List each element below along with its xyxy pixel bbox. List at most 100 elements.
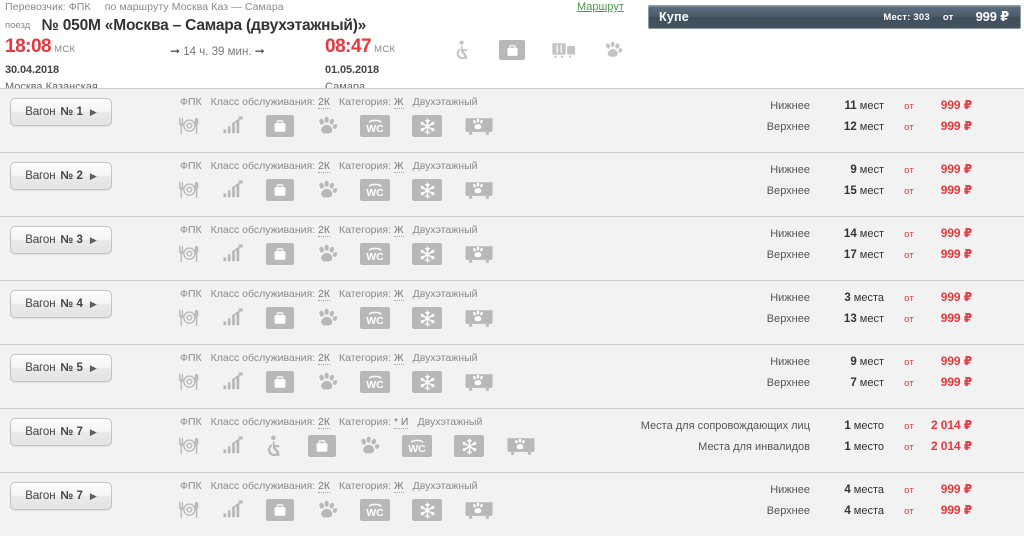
category-value[interactable]: Ж — [393, 480, 404, 493]
wagon-button-label: Вагон — [25, 490, 56, 502]
category-bar[interactable]: Купе Мест: 303 от 999 ₽ — [648, 5, 1021, 29]
seat-line: Места для сопровождающих лиц 1 место от 2 0… — [595, 418, 972, 434]
double-decker-label: Двухэтажный — [417, 416, 483, 428]
train-label: поезд — [5, 20, 31, 31]
service-class-value[interactable]: 2К — [318, 416, 330, 429]
seat-price[interactable]: 999 ₽ — [914, 119, 972, 133]
arrival-block: 08:47 МСК 01.05.2018 Самара — [325, 36, 395, 93]
luggage-icon — [499, 40, 525, 60]
wc-icon: WC — [360, 179, 390, 201]
wagon-button-1[interactable]: Вагон № 1 ▶ — [10, 98, 112, 126]
double-decker-label: Двухэтажный — [412, 96, 478, 108]
svg-text:WC: WC — [366, 379, 384, 391]
departure-date: 30.04.2018 — [5, 64, 60, 76]
service-class-value[interactable]: 2К — [318, 480, 330, 493]
category-value[interactable]: Ж — [393, 224, 404, 237]
seat-line: Верхнее 13 мест от 999 ₽ — [595, 311, 972, 327]
paw-icon — [316, 244, 338, 264]
wagon-facility-icons: WC — [178, 179, 494, 201]
wagon-button-5[interactable]: Вагон № 5 ▶ — [10, 354, 112, 382]
category-value[interactable]: Ж — [393, 352, 404, 365]
luggage-icon — [266, 179, 294, 201]
luggage-icon — [266, 115, 294, 137]
seat-count: 13 мест — [843, 313, 884, 325]
paw-icon — [316, 180, 338, 200]
seat-from-label: от — [904, 357, 914, 368]
seat-count: 1 место — [844, 420, 884, 432]
seat-from-label: от — [904, 101, 914, 112]
paw-icon — [316, 116, 338, 136]
arrival-time-row: 08:47 МСК — [325, 36, 395, 58]
category-value[interactable]: Ж — [393, 288, 404, 301]
seat-type-label: Нижнее — [770, 292, 810, 304]
wifi-icon — [222, 436, 244, 456]
seat-price[interactable]: 999 ₽ — [914, 183, 972, 197]
wagon-seat-info: Нижнее 11 мест от 999 ₽ Верхнее 12 мест от 999 … — [595, 98, 972, 135]
seat-type-label: Места для инвалидов — [698, 441, 810, 453]
category-value[interactable]: Ж — [393, 160, 404, 173]
seat-price[interactable]: 999 ₽ — [914, 247, 972, 261]
seat-from-label: от — [904, 421, 914, 432]
train-wagon-list-page: Перевозчик: ФПК по маршруту Москва Каз —… — [0, 0, 1024, 538]
restaurant-icon — [178, 308, 200, 328]
air-conditioning-icon — [412, 115, 442, 137]
seat-from-label: от — [904, 506, 914, 517]
restaurant-icon — [178, 180, 200, 200]
wagon-button-7[interactable]: Вагон № 7 ▶ — [10, 418, 112, 446]
category-seats-count: Мест: 303 — [883, 11, 930, 23]
seat-line: Верхнее 15 мест от 999 ₽ — [595, 183, 972, 199]
wagon-button-label: Вагон — [25, 106, 56, 118]
wagon-service-info: ФПК Класс обслуживания: 2К Категория: * И Д… — [180, 416, 483, 429]
seat-price[interactable]: 999 ₽ — [914, 503, 972, 517]
service-class-value[interactable]: 2К — [318, 224, 330, 237]
service-class-value[interactable]: 2К — [318, 352, 330, 365]
pet-carriage-icon — [464, 499, 494, 521]
double-decker-label: Двухэтажный — [412, 480, 478, 492]
seat-line: Верхнее 4 места от 999 ₽ — [595, 503, 972, 519]
seat-price[interactable]: 999 ₽ — [914, 226, 972, 240]
wagon-button-number: № 7 — [60, 490, 83, 502]
wc-icon: WC — [360, 243, 390, 265]
wagon-button-label: Вагон — [25, 426, 56, 438]
wagon-button-7[interactable]: Вагон № 7 ▶ — [10, 482, 112, 510]
seat-type-label: Верхнее — [766, 377, 810, 389]
seat-price[interactable]: 999 ₽ — [914, 375, 972, 389]
seat-count: 9 мест — [850, 164, 884, 176]
seat-price[interactable]: 999 ₽ — [914, 311, 972, 325]
seat-type-label: Верхнее — [766, 249, 810, 261]
seat-price[interactable]: 999 ₽ — [914, 98, 972, 112]
route-link[interactable]: Маршрут — [577, 1, 624, 13]
seat-price[interactable]: 999 ₽ — [914, 290, 972, 304]
pet-carriage-icon — [464, 243, 494, 265]
seat-price[interactable]: 999 ₽ — [914, 162, 972, 176]
luggage-icon — [266, 243, 294, 265]
wagon-carrier: ФПК — [180, 288, 202, 300]
paw-icon — [358, 436, 380, 456]
seat-price[interactable]: 999 ₽ — [914, 482, 972, 496]
header-facility-icons — [455, 40, 623, 60]
wagon-facility-icons: WC — [178, 243, 494, 265]
seat-price[interactable]: 2 014 ₽ — [914, 418, 972, 432]
arrow-right-icon-2: ➞ — [254, 44, 265, 58]
category-value[interactable]: Ж — [393, 96, 404, 109]
air-conditioning-icon — [412, 499, 442, 521]
wagon-button-label: Вагон — [25, 170, 56, 182]
wagon-button-label: Вагон — [25, 298, 56, 310]
wagon-button-2[interactable]: Вагон № 2 ▶ — [10, 162, 112, 190]
category-value[interactable]: * И — [393, 416, 409, 429]
chevron-right-icon: ▶ — [89, 298, 97, 309]
service-class-value[interactable]: 2К — [318, 96, 330, 109]
seat-type-label: Нижнее — [770, 484, 810, 496]
category-min-price: 999 ₽ — [975, 9, 1010, 24]
service-class-value[interactable]: 2К — [318, 160, 330, 173]
wagon-button-3[interactable]: Вагон № 3 ▶ — [10, 226, 112, 254]
seat-from-label: от — [904, 122, 914, 133]
wagon-seat-info: Места для сопровождающих лиц 1 место от 2 0… — [595, 418, 972, 455]
train-number: № 050М «Москва – Самара (двухэтажный)» — [41, 17, 367, 34]
service-class-value[interactable]: 2К — [318, 288, 330, 301]
wagon-button-number: № 5 — [60, 362, 83, 374]
wagon-button-4[interactable]: Вагон № 4 ▶ — [10, 290, 112, 318]
seat-price[interactable]: 2 014 ₽ — [914, 439, 972, 453]
chevron-right-icon: ▶ — [89, 426, 97, 437]
seat-price[interactable]: 999 ₽ — [914, 354, 972, 368]
